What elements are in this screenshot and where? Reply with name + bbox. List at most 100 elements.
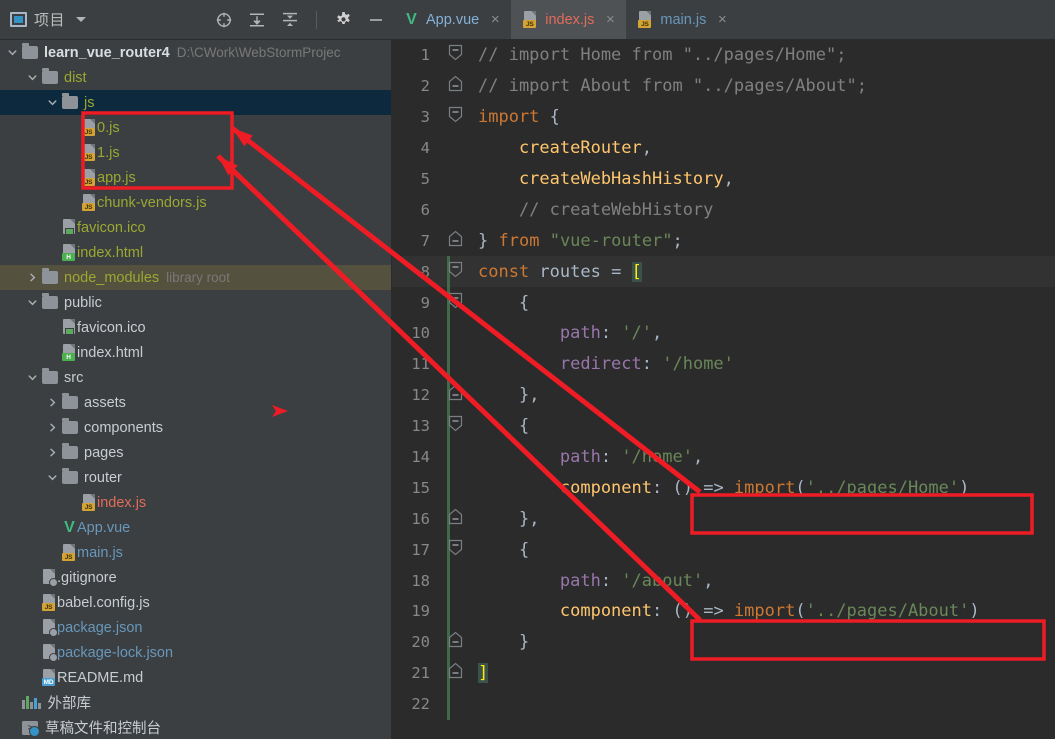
chevron-down-icon[interactable] — [26, 371, 39, 384]
tree-item-README-md[interactable]: MD README.md — [0, 665, 391, 690]
editor-gutter[interactable] — [434, 565, 474, 597]
fold-region-start-icon[interactable] — [448, 261, 463, 283]
code-line[interactable]: 17 { — [392, 534, 1055, 566]
editor-gutter[interactable] — [434, 225, 474, 256]
editor-tab-App-vue[interactable]: V App.vue × — [392, 0, 511, 39]
editor-gutter[interactable] — [434, 71, 474, 102]
tree-item-assets[interactable]: assets — [0, 390, 391, 415]
chevron-right-icon[interactable] — [46, 396, 59, 409]
editor-gutter[interactable] — [434, 164, 474, 195]
code-line[interactable]: 22 — [392, 688, 1055, 720]
fold-region-end-icon[interactable] — [448, 384, 463, 406]
tree-item-index-html[interactable]: Hindex.html — [0, 240, 391, 265]
chevron-right-icon[interactable] — [46, 446, 59, 459]
tree-item-package-json[interactable]: package.json — [0, 615, 391, 640]
tree-item-chunk-vendors-js[interactable]: JS chunk-vendors.js — [0, 190, 391, 215]
settings-gear-icon[interactable] — [333, 10, 353, 30]
code-line[interactable]: 9 { — [392, 287, 1055, 319]
chevron-down-icon[interactable] — [46, 471, 59, 484]
code-line[interactable]: 12 }, — [392, 379, 1055, 411]
tree-item-index-html[interactable]: Hindex.html — [0, 340, 391, 365]
fold-region-end-icon[interactable] — [448, 75, 463, 97]
code-line[interactable]: 15 component: () => import('../pages/Hom… — [392, 472, 1055, 504]
tree-item-main-js[interactable]: JS main.js — [0, 540, 391, 565]
code-line[interactable]: 8 const routes = [ — [392, 256, 1055, 288]
close-icon[interactable]: × — [715, 12, 729, 27]
editor-gutter[interactable] — [434, 688, 474, 720]
tree-item-index-js[interactable]: JS index.js — [0, 490, 391, 515]
editor-gutter[interactable] — [434, 287, 474, 319]
tree-item-router[interactable]: router — [0, 465, 391, 490]
tree-item-1-js[interactable]: JS 1.js — [0, 140, 391, 165]
tree-item-babel-config-js[interactable]: JS babel.config.js — [0, 590, 391, 615]
code-line[interactable]: 2 // import About from "../pages/About"; — [392, 71, 1055, 102]
code-line[interactable]: 16 }, — [392, 503, 1055, 535]
fold-region-end-icon[interactable] — [448, 631, 463, 653]
tree-item-public[interactable]: public — [0, 290, 391, 315]
code-line[interactable]: 11 redirect: '/home' — [392, 348, 1055, 380]
tree-item-dist[interactable]: dist — [0, 65, 391, 90]
fold-region-start-icon[interactable] — [448, 106, 463, 128]
chevron-down-icon[interactable] — [6, 46, 19, 59]
editor-gutter[interactable] — [434, 102, 474, 133]
editor-gutter[interactable] — [434, 503, 474, 535]
tree-item-components[interactable]: components — [0, 415, 391, 440]
editor-tab-main-js[interactable]: JS main.js × — [626, 0, 738, 39]
fold-region-start-icon[interactable] — [448, 415, 463, 437]
editor-gutter[interactable] — [434, 194, 474, 225]
tree-item-favicon-ico[interactable]: favicon.ico — [0, 315, 391, 340]
select-opened-file-icon[interactable] — [214, 10, 234, 30]
close-icon[interactable]: × — [603, 12, 617, 27]
editor-gutter[interactable] — [434, 133, 474, 164]
code-line[interactable]: 7} from "vue-router"; — [392, 225, 1055, 256]
tree-item-pages[interactable]: pages — [0, 440, 391, 465]
editor-gutter[interactable] — [434, 472, 474, 504]
fold-region-end-icon[interactable] — [448, 662, 463, 684]
code-line[interactable]: 18 path: '/about', — [392, 565, 1055, 597]
project-panel-title-group[interactable]: 项目 — [10, 9, 87, 30]
chevron-down-icon[interactable] — [26, 71, 39, 84]
tree-item-草稿文件和控制台[interactable]: > 草稿文件和控制台 — [0, 715, 391, 739]
tree-item-learn_vue_router4[interactable]: learn_vue_router4 D:\CWork\WebStormProjec — [0, 40, 391, 65]
editor-gutter[interactable] — [434, 534, 474, 566]
hide-panel-icon[interactable] — [366, 10, 386, 30]
fold-region-end-icon[interactable] — [448, 230, 463, 252]
code-line[interactable]: 21] — [392, 657, 1055, 689]
fold-region-start-icon[interactable] — [448, 44, 463, 66]
code-line[interactable]: 20 } — [392, 626, 1055, 658]
tree-item-src[interactable]: src — [0, 365, 391, 390]
expand-all-icon[interactable] — [247, 10, 267, 30]
editor-gutter[interactable] — [434, 596, 474, 627]
code-line[interactable]: 6 // createWebHistory — [392, 194, 1055, 225]
editor-gutter[interactable] — [434, 626, 474, 658]
editor-gutter[interactable] — [434, 318, 474, 349]
collapse-all-icon[interactable] — [280, 10, 300, 30]
tree-item-node_modules[interactable]: node_modules library root — [0, 265, 391, 290]
editor-gutter[interactable] — [434, 348, 474, 380]
tree-item-App-vue[interactable]: V App.vue — [0, 515, 391, 540]
tree-item-外部库[interactable]: 外部库 — [0, 690, 391, 715]
code-line[interactable]: 10 path: '/', — [392, 318, 1055, 349]
tree-item-package-lock-json[interactable]: package-lock.json — [0, 640, 391, 665]
editor-gutter[interactable] — [434, 657, 474, 689]
editor-gutter[interactable] — [434, 410, 474, 442]
tree-item-favicon-ico[interactable]: favicon.ico — [0, 215, 391, 240]
code-line[interactable]: 3 import { — [392, 102, 1055, 133]
editor-tab-index-js[interactable]: JS index.js × — [511, 0, 627, 39]
editor-gutter[interactable] — [434, 40, 474, 71]
tree-item--gitignore[interactable]: .gitignore — [0, 565, 391, 590]
chevron-down-icon[interactable] — [76, 17, 87, 22]
code-line[interactable]: 5 createWebHashHistory, — [392, 164, 1055, 195]
code-line[interactable]: 14 path: '/home', — [392, 441, 1055, 473]
code-line[interactable]: 13 { — [392, 410, 1055, 442]
chevron-right-icon[interactable] — [26, 271, 39, 284]
tree-item-js[interactable]: js — [0, 90, 391, 115]
code-line[interactable]: 4 createRouter, — [392, 133, 1055, 164]
chevron-down-icon[interactable] — [46, 96, 59, 109]
fold-region-start-icon[interactable] — [448, 292, 463, 314]
code-line[interactable]: 19 component: () => import('../pages/Abo… — [392, 596, 1055, 627]
fold-region-end-icon[interactable] — [448, 508, 463, 530]
code-editor[interactable]: 1 // import Home from "../pages/Home"; 2 //… — [392, 40, 1055, 739]
code-line[interactable]: 1 // import Home from "../pages/Home"; — [392, 40, 1055, 71]
fold-region-start-icon[interactable] — [448, 539, 463, 561]
